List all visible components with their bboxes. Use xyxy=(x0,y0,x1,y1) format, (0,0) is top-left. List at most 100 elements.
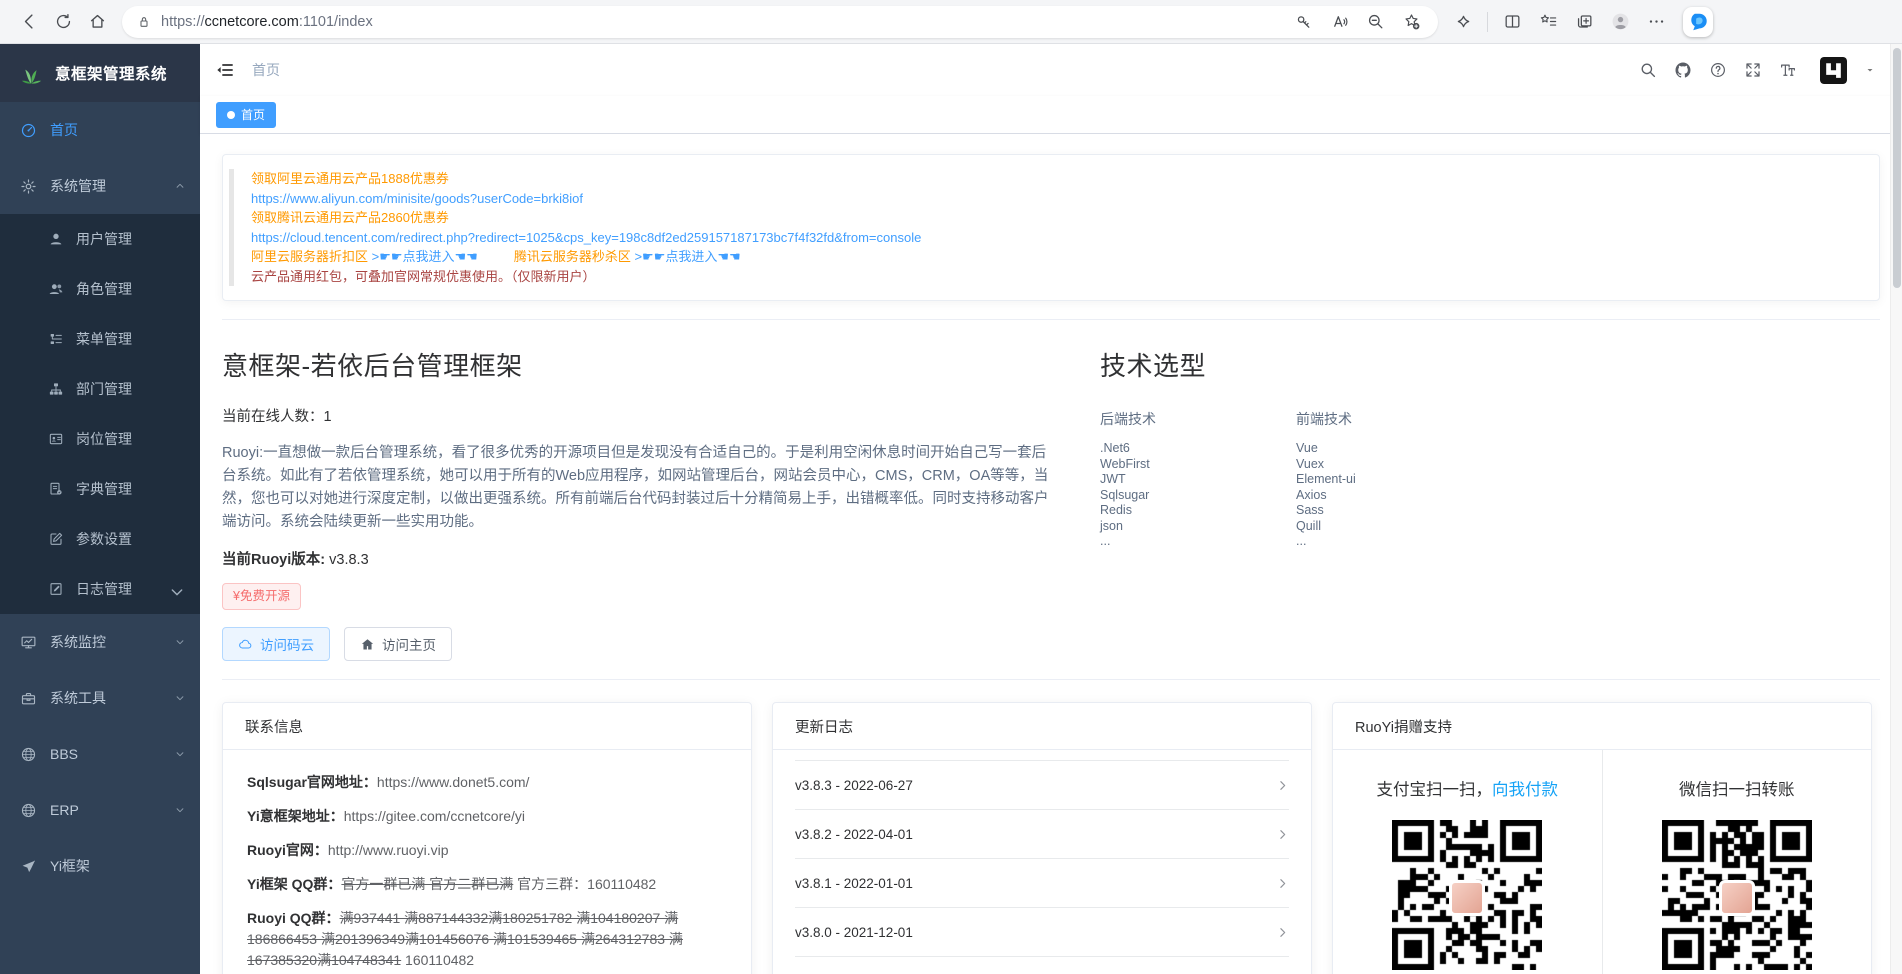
refresh-icon[interactable] xyxy=(46,5,80,39)
sidebar-item-label: ERP xyxy=(50,802,79,818)
card-header: 联系信息 xyxy=(223,703,751,750)
globe-icon xyxy=(20,802,37,819)
sidebar-item-system-mgmt[interactable]: 系统管理 xyxy=(0,158,200,214)
frontend-tech-column: 前端技术 Vue Vuex Element-ui Axios Sass Quil… xyxy=(1296,383,1492,550)
sidebar-item-user-mgmt[interactable]: 用户管理 xyxy=(0,214,200,264)
tab-home[interactable]: 首页 xyxy=(216,102,276,128)
tech-item: JWT xyxy=(1100,472,1296,488)
add-favorite-icon[interactable] xyxy=(1394,5,1428,39)
online-count-value: 1 xyxy=(324,409,332,425)
profile-avatar[interactable] xyxy=(1603,5,1637,39)
split-screen-icon[interactable] xyxy=(1495,5,1529,39)
changelog-row[interactable]: v3.8.0 - 2021-12-01 xyxy=(795,908,1289,957)
breadcrumb[interactable]: 首页 xyxy=(252,60,280,80)
promo-ali-link[interactable]: https://www.aliyun.com/minisite/goods?us… xyxy=(251,189,1859,209)
chevron-up-icon xyxy=(175,181,185,191)
sidebar-item-bbs[interactable]: BBS xyxy=(0,726,200,782)
chevron-right-icon xyxy=(1276,926,1289,939)
tech-item: Axios xyxy=(1296,488,1492,504)
version-line: 当前Ruoyi版本: v3.8.3 xyxy=(222,548,1052,569)
sidebar-item-label: 字典管理 xyxy=(76,479,132,499)
settings-more-icon[interactable] xyxy=(1639,5,1673,39)
visit-gitee-button[interactable]: 访问码云 xyxy=(222,627,330,661)
sidebar-item-post-mgmt[interactable]: 岗位管理 xyxy=(0,414,200,464)
card-header: 更新日志 xyxy=(773,703,1311,750)
sidebar-fold-icon[interactable] xyxy=(215,60,235,80)
sidebar-item-system-monitor[interactable]: 系统监控 xyxy=(0,614,200,670)
edit-square-icon xyxy=(48,531,64,547)
contact-row: Sqlsugar官网地址：https://www.donet5.com/ xyxy=(247,772,727,793)
frontend-tech-title: 前端技术 xyxy=(1296,409,1492,429)
contact-row-qq-yi: Yi框架 QQ群：官方一群已满 官方二群已满 官方三群：160110482 xyxy=(247,874,727,895)
changelog-row[interactable]: v3.7.0 - 2021-09-13 xyxy=(795,957,1289,974)
browser-essentials-icon[interactable] xyxy=(1446,5,1480,39)
contact-value: http://www.ruoyi.vip xyxy=(328,842,449,858)
top-navbar: 首页 xyxy=(200,44,1902,96)
tencent-zone-link[interactable]: >☛☛点我进入☚☚ xyxy=(634,249,740,264)
help-icon[interactable] xyxy=(1709,61,1727,79)
leaf-logo-icon xyxy=(18,60,45,87)
browser-home-icon[interactable] xyxy=(80,5,114,39)
browser-chrome: https://ccnetcore.com:1101/index xyxy=(0,0,1902,44)
log-edit-icon xyxy=(48,581,64,597)
page-scrollbar[interactable] xyxy=(1890,44,1902,974)
changelog-row[interactable]: v3.8.2 - 2022-04-01 xyxy=(795,810,1289,859)
changelog-row[interactable]: v3.8.3 - 2022-06-27 xyxy=(795,761,1289,810)
tech-item: Quill xyxy=(1296,519,1492,535)
sidebar-item-menu-mgmt[interactable]: 菜单管理 xyxy=(0,314,200,364)
org-tree-icon xyxy=(48,381,64,397)
sidebar-item-dept-mgmt[interactable]: 部门管理 xyxy=(0,364,200,414)
font-size-icon[interactable] xyxy=(1779,61,1797,79)
back-icon[interactable] xyxy=(12,5,46,39)
sidebar-item-dict-mgmt[interactable]: 字典管理 xyxy=(0,464,200,514)
url-text[interactable]: https://ccnetcore.com:1101/index xyxy=(161,14,1286,30)
tencent-zone-label: 腾讯云服务器秒杀区 xyxy=(514,249,635,264)
favorites-icon[interactable] xyxy=(1531,5,1565,39)
sidebar-item-yi-framework[interactable]: Yi框架 xyxy=(0,838,200,894)
chevron-right-icon xyxy=(1276,828,1289,841)
zoom-out-icon[interactable] xyxy=(1358,5,1392,39)
contact-row: Yi意框架地址：https://gitee.com/ccnetcore/yi xyxy=(247,806,727,827)
sidebar-item-label: 角色管理 xyxy=(76,279,132,299)
user-avatar[interactable] xyxy=(1820,57,1847,84)
wechat-donate-column: 微信扫一扫转账 xyxy=(1602,750,1872,974)
search-icon[interactable] xyxy=(1639,61,1657,79)
id-card-icon xyxy=(48,431,64,447)
collections-icon[interactable] xyxy=(1567,5,1601,39)
tech-item: Vue xyxy=(1296,441,1492,457)
open-group: 160110482 xyxy=(405,952,474,968)
scrollbar-thumb[interactable] xyxy=(1893,48,1901,288)
copilot-icon[interactable] xyxy=(1683,7,1713,37)
tab-label: 首页 xyxy=(241,106,265,123)
sidebar-item-system-tools[interactable]: 系统工具 xyxy=(0,670,200,726)
read-aloud-icon[interactable] xyxy=(1322,5,1356,39)
sidebar-item-erp[interactable]: ERP xyxy=(0,782,200,838)
house-icon xyxy=(360,637,375,652)
changelog-row[interactable]: v3.8.1 - 2022-01-01 xyxy=(795,859,1289,908)
monitor-icon xyxy=(20,634,37,651)
alipay-pay-link[interactable]: 向我付款 xyxy=(1492,781,1558,799)
backend-tech-column: 后端技术 .Net6 WebFirst JWT Sqlsugar Redis j… xyxy=(1100,383,1296,550)
password-key-icon[interactable] xyxy=(1286,5,1320,39)
github-icon[interactable] xyxy=(1674,61,1692,79)
system-mgmt-submenu: 用户管理 角色管理 菜单管理 部门管理 岗位管理 字典管理 参数设置 日志管理 xyxy=(0,214,200,614)
lock-icon xyxy=(136,14,152,30)
fullscreen-icon[interactable] xyxy=(1744,61,1762,79)
tech-item: Redis xyxy=(1100,503,1296,519)
sidebar-item-role-mgmt[interactable]: 角色管理 xyxy=(0,264,200,314)
sidebar-item-home[interactable]: 首页 xyxy=(0,102,200,158)
promo-tencent-link[interactable]: https://cloud.tencent.com/redirect.php?r… xyxy=(251,228,1859,248)
caret-down-icon[interactable] xyxy=(1864,64,1876,76)
dashboard-icon xyxy=(20,122,37,139)
chevron-right-icon xyxy=(1276,877,1289,890)
address-bar[interactable]: https://ccnetcore.com:1101/index xyxy=(122,6,1438,38)
sidebar-item-log-mgmt[interactable]: 日志管理 xyxy=(0,564,200,614)
sidebar-item-param-settings[interactable]: 参数设置 xyxy=(0,514,200,564)
free-opensource-badge: ¥免费开源 xyxy=(222,583,301,610)
page-content: 领取阿里云通用云产品1888优惠券 https://www.aliyun.com… xyxy=(200,134,1902,974)
visit-homepage-button[interactable]: 访问主页 xyxy=(344,627,452,661)
ali-zone-link[interactable]: >☛☛点我进入☚☚ xyxy=(372,249,478,264)
contact-value: https://www.donet5.com/ xyxy=(377,774,530,790)
app-title: 意框架管理系统 xyxy=(55,62,167,84)
sidebar-item-label: 系统监控 xyxy=(50,632,106,652)
